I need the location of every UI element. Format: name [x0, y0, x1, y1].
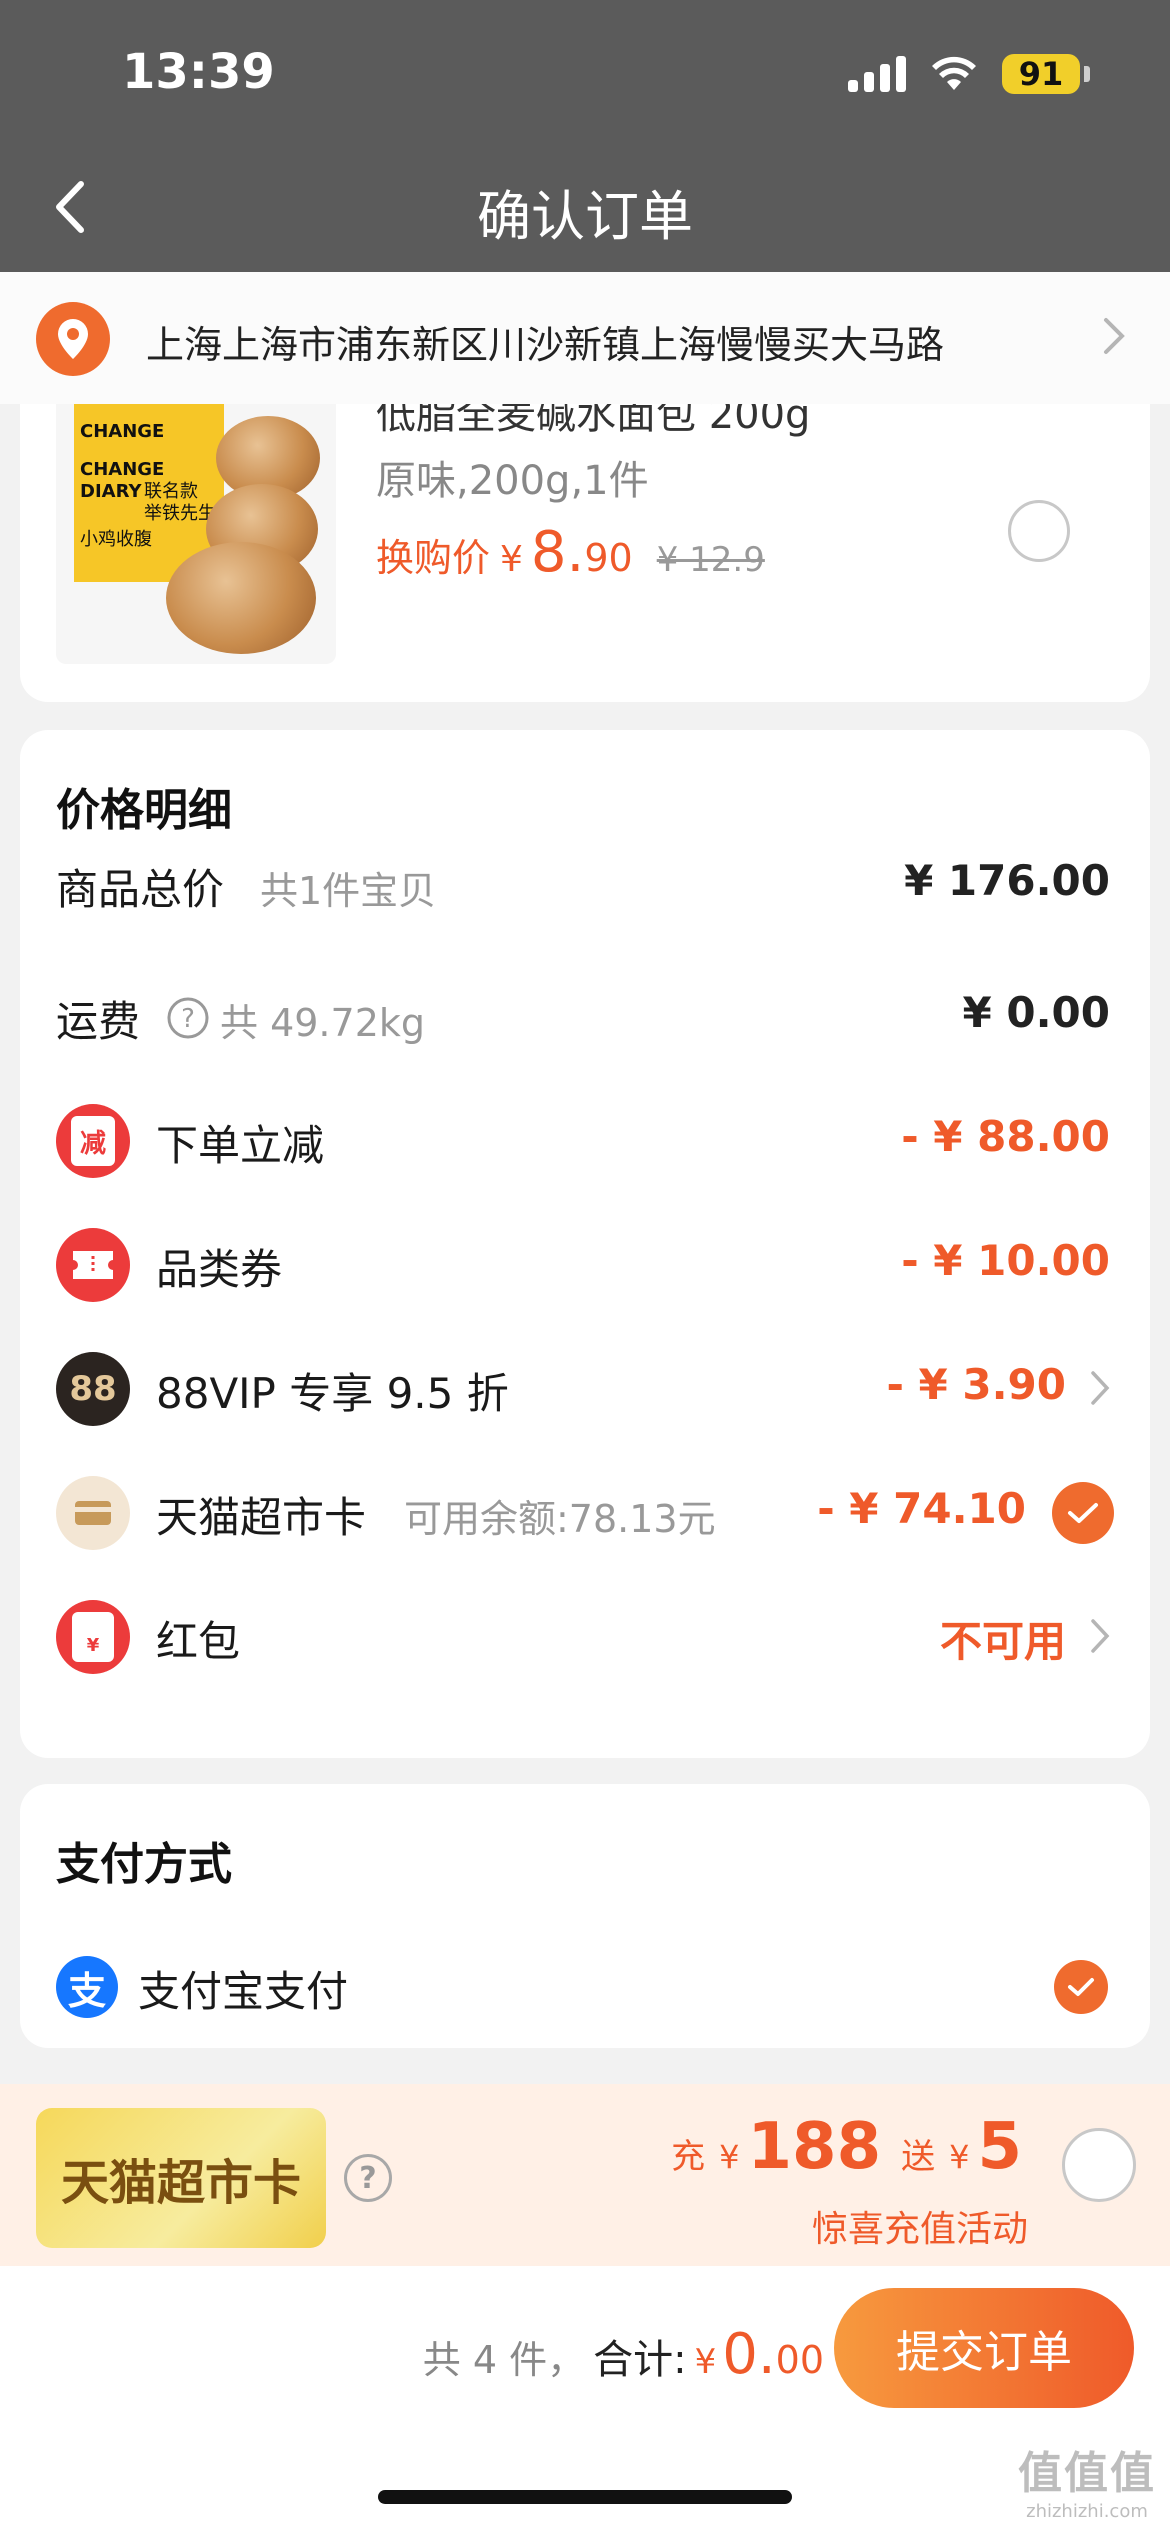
signal-icon [848, 56, 906, 92]
status-icons: 91 [848, 54, 1090, 94]
payment-method-label[interactable]: 支付宝支付 [138, 1958, 348, 2019]
order-total: 共 4 件， 合计: ¥ 0. 00 [422, 2322, 824, 2387]
recharge-promo[interactable]: 天猫超市卡 ? 充 ¥ 188 送 ¥ 5 惊喜充值活动 [0, 2084, 1170, 2266]
product-price: 换购价 ¥ 8. 90 ¥ 12.9 [376, 520, 765, 585]
price-details-card: 价格明细 商品总价 共1件宝贝 ¥ 176.00 运费 ? 共 49.72kg … [20, 730, 1150, 1758]
chevron-right-icon [1091, 1371, 1110, 1405]
row-shipping: 运费 ? 共 49.72kg ¥ 0.00 [56, 988, 1110, 1046]
wifi-icon [932, 56, 976, 90]
88vip-icon: 88 [56, 1352, 130, 1426]
alipay-icon: 支 [56, 1956, 118, 2018]
home-indicator [378, 2490, 792, 2504]
product-spec: 原味,200g,1件 [376, 458, 649, 504]
row-88vip[interactable]: 88 88VIP 专享 9.5 折 - ¥ 3.90 [20, 1338, 1150, 1438]
chevron-right-icon [1104, 318, 1125, 354]
payment-title: 支付方式 [56, 1839, 232, 1890]
status-time: 13:39 [122, 44, 275, 100]
promo-subtitle: 惊喜充值活动 [811, 2209, 1028, 2250]
product-select-radio[interactable] [1008, 500, 1070, 562]
tmall-card-checkbox[interactable] [1052, 1482, 1114, 1544]
chevron-right-icon [1091, 1619, 1110, 1653]
svg-text:?: ? [181, 1004, 195, 1034]
row-goods-total: 商品总价 共1件宝贝 ¥ 176.00 [56, 856, 1110, 914]
location-pin-icon [36, 302, 110, 376]
promo-select-radio[interactable] [1062, 2128, 1136, 2202]
tmall-card-badge: 天猫超市卡 [36, 2108, 326, 2248]
discount-icon: 减 [56, 1104, 130, 1178]
battery-level: 91 [1002, 54, 1080, 94]
page-title: 确认订单 [477, 185, 693, 248]
red-packet-icon: ¥ [56, 1600, 130, 1674]
row-red-packet[interactable]: ¥ 红包 不可用 [20, 1586, 1150, 1686]
payment-card: 支付方式 支 支付宝支付 [20, 1784, 1150, 2048]
watermark: 值值值 zhizhizhi.com [1018, 2448, 1156, 2522]
product-image: CHANGE CHANGE DIARY 联名款 举铁先生 小鸡收腹 [56, 404, 336, 664]
battery-icon: 91 [1002, 54, 1090, 94]
product-name: 低脂全麦碱水面包 200g [376, 404, 811, 438]
header: 13:39 91 确认订单 [0, 0, 1170, 272]
payment-method-checkbox[interactable] [1054, 1960, 1108, 2014]
help-icon[interactable]: ? [344, 2154, 392, 2202]
address-text: 上海上海市浦东新区川沙新镇上海慢慢买大马路 [146, 323, 945, 367]
address-bar[interactable]: 上海上海市浦东新区川沙新镇上海慢慢买大马路 [0, 272, 1170, 404]
row-category-coupon: 品类券 - ¥ 10.00 [20, 1214, 1150, 1314]
check-icon [1068, 1978, 1094, 1996]
original-price: ¥ 12.9 [656, 540, 765, 580]
checkout-bar: 共 4 件， 合计: ¥ 0. 00 提交订单 值值值 zhizhizhi.co… [0, 2266, 1170, 2532]
price-details-title: 价格明细 [56, 785, 232, 836]
check-icon [1068, 1503, 1098, 1523]
coupon-icon [56, 1228, 130, 1302]
recharge-offer: 充 ¥ 188 送 ¥ 5 [671, 2110, 1022, 2184]
product-card: CHANGE CHANGE DIARY 联名款 举铁先生 小鸡收腹 低脂全麦碱水… [20, 404, 1150, 702]
submit-order-button[interactable]: 提交订单 [834, 2288, 1134, 2408]
row-instant-discount: 减 下单立减 - ¥ 88.00 [20, 1090, 1150, 1190]
row-tmall-card[interactable]: 天猫超市卡 可用余额:78.13元 - ¥ 74.10 [20, 1462, 1150, 1562]
tmall-card-icon [56, 1476, 130, 1550]
help-icon[interactable]: ? [166, 996, 210, 1040]
